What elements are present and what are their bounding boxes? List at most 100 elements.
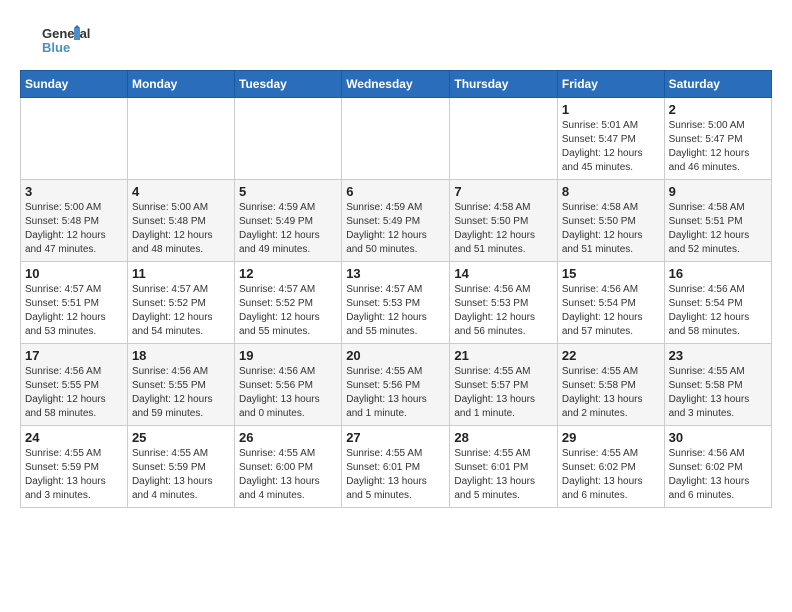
day-info: Sunrise: 4:57 AM Sunset: 5:51 PM Dayligh…: [25, 283, 123, 339]
calendar-cell: 30 Sunrise: 4:56 AM Sunset: 6:02 PM Dayli…: [664, 426, 771, 508]
calendar-cell: 6 Sunrise: 4:59 AM Sunset: 5:49 PM Daylig…: [342, 180, 450, 262]
day-number: 21: [454, 348, 553, 363]
day-number: 25: [132, 430, 230, 445]
day-info: Sunrise: 4:58 AM Sunset: 5:51 PM Dayligh…: [669, 201, 767, 257]
day-info: Sunrise: 4:55 AM Sunset: 5:56 PM Dayligh…: [346, 365, 445, 421]
weekday-header-wednesday: Wednesday: [342, 71, 450, 98]
day-info: Sunrise: 4:56 AM Sunset: 5:55 PM Dayligh…: [132, 365, 230, 421]
calendar-cell: 23Sunrise: 4:55 AM Sunset: 5:58 PM Dayli…: [664, 344, 771, 426]
calendar-cell: 26Sunrise: 4:55 AM Sunset: 6:00 PM Dayli…: [235, 426, 342, 508]
calendar-cell: 1 Sunrise: 5:01 AM Sunset: 5:47 PM Daylig…: [557, 98, 664, 180]
calendar-cell: 4 Sunrise: 5:00 AM Sunset: 5:48 PM Daylig…: [127, 180, 234, 262]
calendar-week-row: 24 Sunrise: 4:55 AM Sunset: 5:59 PM Dayli…: [21, 426, 772, 508]
day-number: 7: [454, 184, 553, 199]
day-number: 12: [239, 266, 337, 281]
day-number: 19: [239, 348, 337, 363]
calendar-week-row: 10 Sunrise: 4:57 AM Sunset: 5:51 PM Dayli…: [21, 262, 772, 344]
day-number: 8: [562, 184, 660, 199]
day-info: Sunrise: 4:55 AM Sunset: 6:00 PM Dayligh…: [239, 447, 337, 503]
day-number: 28: [454, 430, 553, 445]
day-number: 22: [562, 348, 660, 363]
day-number: 27: [346, 430, 445, 445]
calendar-cell: 9 Sunrise: 4:58 AM Sunset: 5:51 PM Daylig…: [664, 180, 771, 262]
day-info: Sunrise: 5:00 AM Sunset: 5:48 PM Dayligh…: [132, 201, 230, 257]
day-info: Sunrise: 4:55 AM Sunset: 6:01 PM Dayligh…: [454, 447, 553, 503]
weekday-header-saturday: Saturday: [664, 71, 771, 98]
day-info: Sunrise: 4:55 AM Sunset: 6:02 PM Dayligh…: [562, 447, 660, 503]
calendar-week-row: 17 Sunrise: 4:56 AM Sunset: 5:55 PM Dayli…: [21, 344, 772, 426]
day-info: Sunrise: 4:59 AM Sunset: 5:49 PM Dayligh…: [346, 201, 445, 257]
calendar-cell: 2 Sunrise: 5:00 AM Sunset: 5:47 PM Daylig…: [664, 98, 771, 180]
calendar-cell: 15 Sunrise: 4:56 AM Sunset: 5:54 PM Dayli…: [557, 262, 664, 344]
day-info: Sunrise: 4:56 AM Sunset: 5:54 PM Dayligh…: [669, 283, 767, 339]
calendar-cell: 27 Sunrise: 4:55 AM Sunset: 6:01 PM Dayli…: [342, 426, 450, 508]
day-info: Sunrise: 5:00 AM Sunset: 5:48 PM Dayligh…: [25, 201, 123, 257]
calendar-cell: [127, 98, 234, 180]
page-container: General Blue SundayMondayTuesdayWednesda…: [20, 20, 772, 508]
day-number: 4: [132, 184, 230, 199]
calendar-cell: 18 Sunrise: 4:56 AM Sunset: 5:55 PM Dayli…: [127, 344, 234, 426]
day-info: Sunrise: 4:55 AM Sunset: 5:59 PM Dayligh…: [25, 447, 123, 503]
weekday-header-monday: Monday: [127, 71, 234, 98]
calendar-cell: 7 Sunrise: 4:58 AM Sunset: 5:50 PM Daylig…: [450, 180, 558, 262]
calendar-cell: 29Sunrise: 4:55 AM Sunset: 6:02 PM Dayli…: [557, 426, 664, 508]
day-info: Sunrise: 4:55 AM Sunset: 5:59 PM Dayligh…: [132, 447, 230, 503]
calendar-week-row: 1 Sunrise: 5:01 AM Sunset: 5:47 PM Daylig…: [21, 98, 772, 180]
day-number: 5: [239, 184, 337, 199]
day-info: Sunrise: 4:55 AM Sunset: 6:01 PM Dayligh…: [346, 447, 445, 503]
day-number: 17: [25, 348, 123, 363]
page-header: General Blue: [20, 20, 772, 60]
day-number: 11: [132, 266, 230, 281]
day-info: Sunrise: 4:57 AM Sunset: 5:52 PM Dayligh…: [239, 283, 337, 339]
calendar-cell: [342, 98, 450, 180]
day-number: 1: [562, 102, 660, 117]
calendar-cell: 3 Sunrise: 5:00 AM Sunset: 5:48 PM Daylig…: [21, 180, 128, 262]
weekday-header-thursday: Thursday: [450, 71, 558, 98]
calendar-cell: 14Sunrise: 4:56 AM Sunset: 5:53 PM Dayli…: [450, 262, 558, 344]
calendar-cell: 12 Sunrise: 4:57 AM Sunset: 5:52 PM Dayli…: [235, 262, 342, 344]
day-info: Sunrise: 4:56 AM Sunset: 5:53 PM Dayligh…: [454, 283, 553, 339]
weekday-header-tuesday: Tuesday: [235, 71, 342, 98]
day-info: Sunrise: 4:59 AM Sunset: 5:49 PM Dayligh…: [239, 201, 337, 257]
calendar-table: SundayMondayTuesdayWednesdayThursdayFrid…: [20, 70, 772, 508]
calendar-cell: 10 Sunrise: 4:57 AM Sunset: 5:51 PM Dayli…: [21, 262, 128, 344]
day-number: 18: [132, 348, 230, 363]
calendar-cell: [21, 98, 128, 180]
day-number: 3: [25, 184, 123, 199]
day-number: 6: [346, 184, 445, 199]
day-number: 30: [669, 430, 767, 445]
day-info: Sunrise: 5:01 AM Sunset: 5:47 PM Dayligh…: [562, 119, 660, 175]
day-info: Sunrise: 4:58 AM Sunset: 5:50 PM Dayligh…: [562, 201, 660, 257]
logo-icon: General Blue: [20, 20, 100, 60]
calendar-cell: [235, 98, 342, 180]
day-info: Sunrise: 5:00 AM Sunset: 5:47 PM Dayligh…: [669, 119, 767, 175]
day-info: Sunrise: 4:57 AM Sunset: 5:52 PM Dayligh…: [132, 283, 230, 339]
calendar-cell: 28 Sunrise: 4:55 AM Sunset: 6:01 PM Dayli…: [450, 426, 558, 508]
calendar-cell: 17Sunrise: 4:56 AM Sunset: 5:55 PM Dayli…: [21, 344, 128, 426]
calendar-week-row: 3 Sunrise: 5:00 AM Sunset: 5:48 PM Daylig…: [21, 180, 772, 262]
day-number: 16: [669, 266, 767, 281]
calendar-cell: 11 Sunrise: 4:57 AM Sunset: 5:52 PM Dayli…: [127, 262, 234, 344]
day-number: 9: [669, 184, 767, 199]
calendar-cell: [450, 98, 558, 180]
day-info: Sunrise: 4:57 AM Sunset: 5:53 PM Dayligh…: [346, 283, 445, 339]
day-number: 20: [346, 348, 445, 363]
calendar-cell: 24 Sunrise: 4:55 AM Sunset: 5:59 PM Dayli…: [21, 426, 128, 508]
calendar-cell: 21 Sunrise: 4:55 AM Sunset: 5:57 PM Dayli…: [450, 344, 558, 426]
calendar-cell: 22 Sunrise: 4:55 AM Sunset: 5:58 PM Dayli…: [557, 344, 664, 426]
day-info: Sunrise: 4:56 AM Sunset: 6:02 PM Dayligh…: [669, 447, 767, 503]
day-number: 15: [562, 266, 660, 281]
day-number: 23: [669, 348, 767, 363]
day-number: 10: [25, 266, 123, 281]
day-info: Sunrise: 4:56 AM Sunset: 5:54 PM Dayligh…: [562, 283, 660, 339]
day-info: Sunrise: 4:55 AM Sunset: 5:57 PM Dayligh…: [454, 365, 553, 421]
day-info: Sunrise: 4:58 AM Sunset: 5:50 PM Dayligh…: [454, 201, 553, 257]
day-info: Sunrise: 4:55 AM Sunset: 5:58 PM Dayligh…: [562, 365, 660, 421]
day-number: 24: [25, 430, 123, 445]
calendar-cell: 20 Sunrise: 4:55 AM Sunset: 5:56 PM Dayli…: [342, 344, 450, 426]
day-number: 2: [669, 102, 767, 117]
svg-text:General: General: [42, 26, 90, 41]
calendar-header: SundayMondayTuesdayWednesdayThursdayFrid…: [21, 71, 772, 98]
calendar-cell: 19Sunrise: 4:56 AM Sunset: 5:56 PM Dayli…: [235, 344, 342, 426]
calendar-cell: 8 Sunrise: 4:58 AM Sunset: 5:50 PM Daylig…: [557, 180, 664, 262]
